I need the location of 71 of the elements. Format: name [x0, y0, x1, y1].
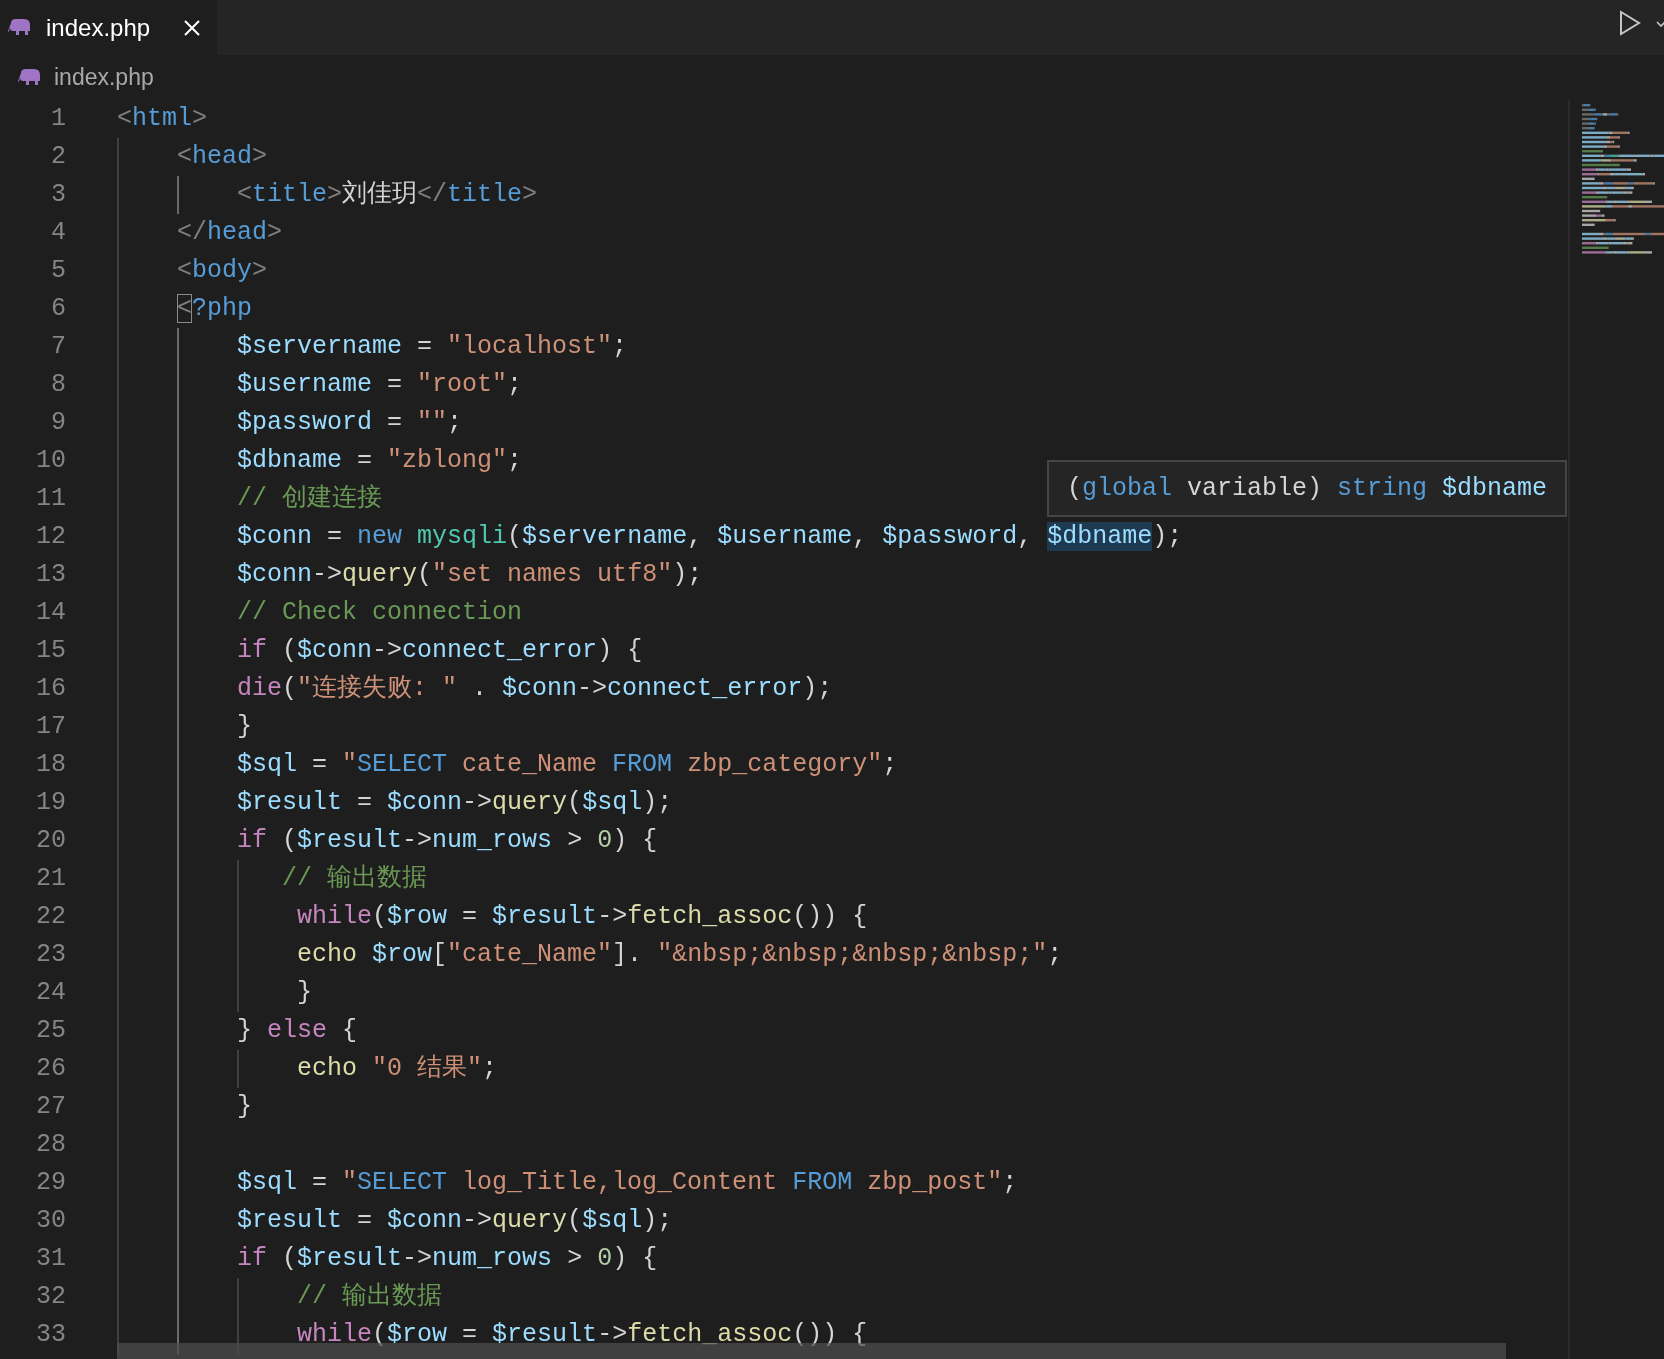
line-number: 15 — [35, 635, 66, 668]
code-line: } — [236, 711, 253, 744]
code-line: $dbname = "zblong"; — [236, 445, 523, 478]
code-line: $servername = "localhost"; — [236, 331, 628, 364]
line-number: 2 — [50, 141, 66, 174]
line-number: 5 — [50, 255, 66, 288]
code-line: $sql = "SELECT log_Title,log_Content FROM zbp_post"; — [236, 1167, 1018, 1200]
code-line: // 创建连接 — [236, 483, 383, 516]
line-number: 23 — [35, 939, 66, 972]
elephant-icon — [18, 68, 42, 87]
code-line: <title>刘佳玥</title> — [236, 179, 538, 212]
code-line: echo "0 结果"; — [296, 1053, 498, 1086]
code-line: $sql = "SELECT cate_Name FROM zbp_category"; — [236, 749, 898, 782]
code-line: // 输出数据 — [296, 1281, 443, 1314]
code-line: if ($result->num_rows > 0) { — [236, 825, 658, 858]
line-number: 32 — [35, 1281, 66, 1314]
line-number: 29 — [35, 1167, 66, 1200]
code-line: $password = ""; — [236, 407, 463, 440]
line-number: 6 — [50, 293, 66, 326]
line-number: 30 — [35, 1205, 66, 1238]
code-line: $conn = new mysqli($servername, $username, $password, $dbname); — [236, 521, 1183, 554]
code-line: } else { — [236, 1015, 358, 1048]
line-number: 19 — [35, 787, 66, 820]
line-number: 12 — [35, 521, 66, 554]
elephant-icon — [8, 18, 32, 37]
code-line: while($row = $result->fetch_assoc()) { — [296, 901, 868, 934]
line-number: 31 — [35, 1243, 66, 1276]
line-number: 13 — [35, 559, 66, 592]
line-number: 1 — [50, 103, 66, 136]
line-number: 33 — [35, 1319, 66, 1352]
code-line: $result = $conn->query($sql); — [236, 787, 673, 820]
code-line: <?php — [176, 293, 253, 326]
editor-tab[interactable]: index.php — [0, 0, 217, 55]
line-number: 14 — [35, 597, 66, 630]
code-line: $username = "root"; — [236, 369, 523, 402]
code-line: echo $row["cate_Name"]. "&nbsp;&nbsp;&nbsp;&nbsp;"; — [296, 939, 1063, 972]
run-icon[interactable] — [1618, 10, 1642, 36]
line-number: 25 — [35, 1015, 66, 1048]
code-line: } — [296, 977, 313, 1010]
line-number: 22 — [35, 901, 66, 934]
line-number: 8 — [50, 369, 66, 402]
line-number: 4 — [50, 217, 66, 250]
line-number: 10 — [35, 445, 66, 478]
line-number: 21 — [35, 863, 66, 896]
line-number: 20 — [35, 825, 66, 858]
code-line: <body> — [176, 255, 268, 288]
code-line: <head> — [176, 141, 268, 174]
line-number: 17 — [35, 711, 66, 744]
code-line: $conn->query("set names utf8"); — [236, 559, 703, 592]
line-number: 18 — [35, 749, 66, 782]
code-line: while($row = $result->fetch_assoc()) { — [296, 1319, 868, 1352]
code-line: // 输出数据 — [281, 863, 428, 896]
code-line: if ($conn->connect_error) { — [236, 635, 643, 668]
line-number: 9 — [50, 407, 66, 440]
line-number: 24 — [35, 977, 66, 1010]
code-line: <html> — [117, 103, 208, 136]
code-line: $result = $conn->query($sql); — [236, 1205, 673, 1238]
line-number: 16 — [35, 673, 66, 706]
breadcrumb-file[interactable]: index.php — [54, 60, 154, 95]
line-number: 27 — [35, 1091, 66, 1124]
line-number: 11 — [35, 483, 66, 516]
hover-tooltip: (global variable) string $dbname — [1047, 460, 1568, 517]
line-number: 28 — [35, 1129, 66, 1162]
code-line: if ($result->num_rows > 0) { — [236, 1243, 658, 1276]
code-line: die("连接失败: " . $conn->connect_error); — [236, 673, 833, 706]
line-number: 26 — [35, 1053, 66, 1086]
line-number: 7 — [50, 331, 66, 364]
line-number: 3 — [50, 179, 66, 212]
code-line: } — [236, 1091, 253, 1124]
code-line: </head> — [176, 217, 283, 250]
code-line: // Check connection — [236, 597, 523, 630]
